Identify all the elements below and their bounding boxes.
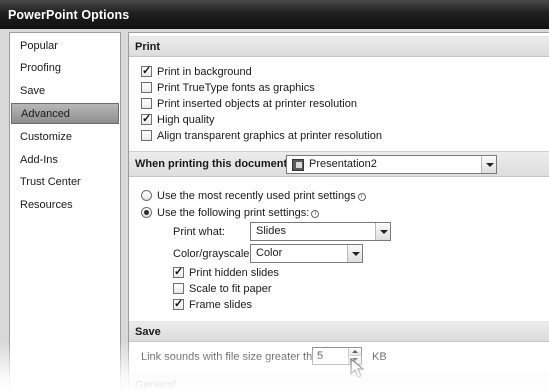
print-truetype-checkbox[interactable] [141,82,152,93]
print-what-value: Slides [256,225,286,237]
chevron-down-icon[interactable] [481,156,496,173]
general-section-header: General [129,374,549,392]
print-inserted-objects-checkbox[interactable] [141,98,152,109]
print-what-label: Print what: [173,226,225,238]
sidebar-item-advanced[interactable]: Advanced [11,103,119,124]
high-quality-label: High quality [157,114,215,126]
category-sidebar: Popular Proofing Save Advanced Customize… [9,32,121,392]
link-sounds-label: Link sounds with file size greater than: [141,351,328,363]
mouse-pointer-icon [350,358,365,378]
print-hidden-slides-label: Print hidden slides [189,267,279,279]
sidebar-item-proofing[interactable]: Proofing [11,58,119,79]
sidebar-item-save[interactable]: Save [11,81,119,102]
print-in-background-checkbox[interactable]: ✓ [141,65,152,77]
scale-to-fit-label: Scale to fit paper [189,283,272,295]
use-recent-settings-label: Use the most recently used print setting… [157,190,356,202]
document-select-value: Presentation2 [309,158,377,170]
print-inserted-objects-label: Print inserted objects at printer resolu… [157,98,357,110]
info-icon: i [357,193,366,201]
advanced-options-panel: Print ✓ Print in background Print TrueTy… [128,32,549,392]
document-select[interactable]: Presentation2 [286,155,497,174]
align-transparent-checkbox[interactable] [141,130,152,141]
save-section-header: Save [129,321,549,342]
align-transparent-label: Align transparent graphics at printer re… [157,130,383,142]
frame-slides-label: Frame slides [189,299,252,311]
print-section-header: Print [129,36,549,57]
color-grayscale-select[interactable]: Color [250,244,363,263]
chevron-down-icon[interactable] [347,245,362,262]
print-in-background-label: Print in background [157,66,252,78]
size-unit-label: KB [372,351,387,363]
powerpoint-document-icon [292,159,304,171]
sidebar-item-add-ins[interactable]: Add-Ins [11,150,119,171]
chevron-down-icon[interactable] [375,223,390,240]
sidebar-item-popular[interactable]: Popular [11,36,119,57]
print-what-select[interactable]: Slides [250,222,391,241]
scale-to-fit-checkbox[interactable] [173,283,184,294]
color-grayscale-label: Color/grayscale: [173,248,253,260]
spin-up-icon[interactable] [349,348,361,356]
when-printing-bar: When printing this document: Presentatio… [129,151,549,177]
print-hidden-slides-checkbox[interactable]: ✓ [173,266,184,278]
sidebar-item-trust-center[interactable]: Trust Center [11,172,119,193]
window-title: PowerPoint Options [0,0,549,29]
when-printing-label: When printing this document: [135,158,291,170]
dialog-frame: Popular Proofing Save Advanced Customize… [0,29,549,392]
sidebar-item-customize[interactable]: Customize [11,127,119,148]
color-grayscale-value: Color [256,247,283,259]
print-truetype-label: Print TrueType fonts as graphics [157,82,315,94]
info-icon: i [311,210,320,218]
use-following-settings-radio[interactable] [141,207,152,218]
link-sounds-size-value: 5 [317,350,324,362]
frame-slides-checkbox[interactable]: ✓ [173,298,184,310]
use-following-settings-label: Use the following print settings: [157,207,310,219]
use-recent-settings-radio[interactable] [141,190,152,201]
high-quality-checkbox[interactable]: ✓ [141,113,152,125]
sidebar-item-resources[interactable]: Resources [11,195,119,216]
